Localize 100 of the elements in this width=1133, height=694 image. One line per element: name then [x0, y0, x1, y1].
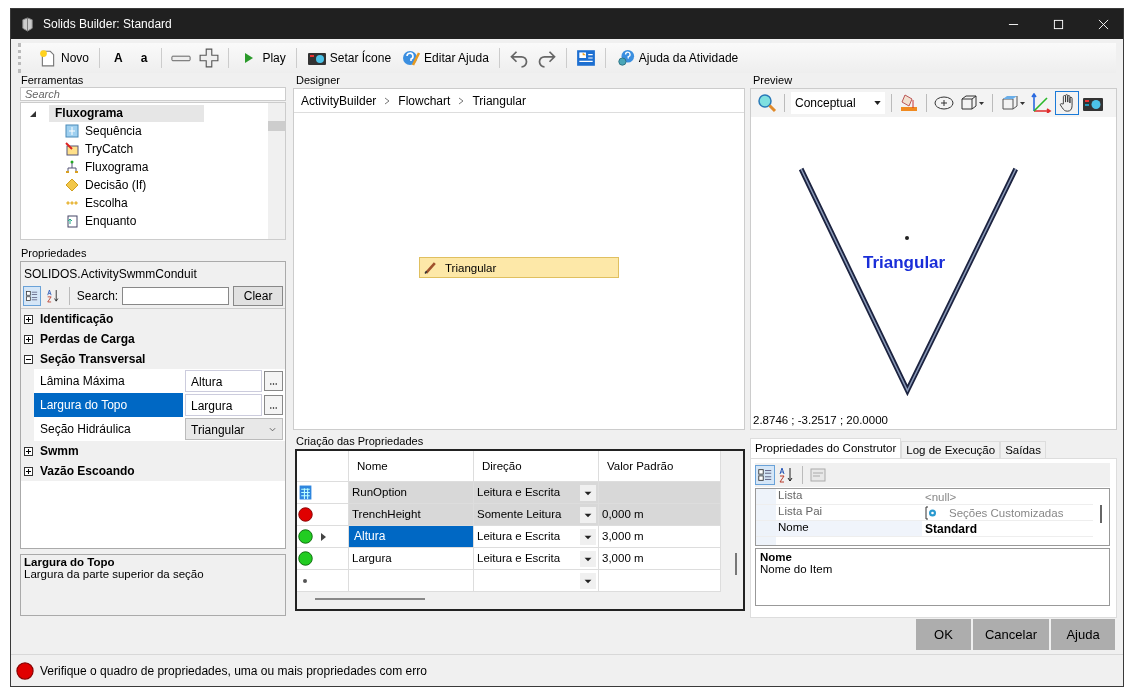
tab[interactable]: Log de Execução — [901, 441, 1001, 458]
description-text: Largura da parte superior da seção — [24, 568, 205, 580]
property-name[interactable]: Lista — [776, 489, 922, 504]
hand-tool-icon[interactable] — [1055, 91, 1079, 115]
column-header[interactable]: Direção — [474, 451, 599, 481]
cube-dropdown-icon[interactable] — [958, 93, 986, 113]
play-icon — [244, 52, 255, 64]
group-label: Propriedades — [20, 247, 88, 260]
table-cell: 3,000 m — [599, 526, 721, 547]
table-cell[interactable]: Largura — [349, 548, 474, 569]
categorized-view-icon[interactable] — [23, 285, 41, 306]
caret-icon — [580, 572, 596, 589]
play-button[interactable]: Play — [236, 46, 289, 70]
try-catch-icon — [65, 142, 79, 156]
direction-dropdown[interactable]: Leitura e Escrita — [474, 482, 599, 503]
expand-icon[interactable] — [197, 48, 222, 68]
ellipsis-button[interactable] — [264, 371, 283, 391]
dialog-button[interactable]: Ajuda — [1051, 619, 1115, 650]
axes-icon[interactable] — [1030, 93, 1052, 113]
dots-icon — [269, 406, 278, 410]
caret-icon — [580, 528, 596, 545]
tab[interactable]: Propriedades do Construtor — [750, 438, 902, 458]
property-value[interactable]: Altura — [185, 370, 262, 392]
breadcrumb-item[interactable]: ActivityBuilder — [301, 93, 377, 108]
clear-button[interactable]: Clear — [233, 285, 283, 306]
column-header[interactable]: Valor Padrão — [599, 451, 721, 481]
property-name[interactable]: Nome — [776, 521, 922, 536]
scroll-thumb[interactable] — [735, 553, 737, 575]
direction-dropdown[interactable]: Somente Leitura — [474, 504, 599, 525]
direction-dropdown[interactable]: Leitura e Escrita — [474, 526, 599, 547]
breadcrumb-item[interactable]: Triangular — [472, 93, 526, 108]
tree-item[interactable]: Escolha — [85, 196, 128, 210]
property-name[interactable]: Lâmina Máxima — [34, 369, 183, 393]
dialog-button[interactable]: OK — [916, 619, 971, 650]
zoom-icon[interactable] — [756, 93, 778, 113]
categorized-view-icon[interactable] — [755, 465, 775, 485]
property-value[interactable]: Largura — [185, 394, 262, 416]
orbit-icon[interactable] — [933, 93, 955, 113]
tree-item[interactable]: TryCatch — [85, 142, 134, 156]
flowchart-icon — [65, 160, 79, 174]
group-label: Designer — [295, 74, 342, 87]
new-row-icon — [302, 577, 308, 584]
close-icon[interactable] — [1098, 18, 1109, 30]
font-smaller-button[interactable]: a — [133, 46, 155, 70]
scroll-thumb[interactable] — [1100, 505, 1102, 523]
dialog-button[interactable]: Cancelar — [973, 619, 1049, 650]
activity-node[interactable]: Triangular — [419, 257, 619, 278]
table-cell[interactable]: Altura — [349, 526, 474, 547]
set-icon-button[interactable]: Setar Ícone — [303, 46, 395, 70]
ok-dot — [298, 529, 313, 544]
group-label: Preview — [752, 74, 794, 87]
property-value: Standard — [925, 521, 977, 536]
maximize-icon[interactable] — [1053, 18, 1064, 30]
direction-dropdown[interactable]: Leitura e Escrita — [474, 548, 599, 569]
table-cell[interactable]: RunOption — [349, 482, 474, 503]
property-dropdown[interactable]: Triangular — [185, 418, 283, 440]
caret-icon — [874, 101, 881, 105]
paint-bucket-icon[interactable] — [898, 93, 920, 113]
expander-icon[interactable] — [24, 466, 33, 476]
render-mode-dropdown[interactable]: Conceptual — [791, 92, 885, 114]
scroll-thumb[interactable] — [315, 598, 425, 600]
table-icon — [298, 485, 313, 500]
cursor-coordinates: 2.8746 ; -3.2517 ; 20.0000 — [753, 414, 888, 426]
sequence-icon — [65, 124, 79, 138]
search-field[interactable]: Search — [20, 87, 286, 101]
property-name[interactable]: Seção Hidráulica — [34, 417, 183, 441]
property-category[interactable]: Swmm — [40, 444, 79, 458]
shape-label: Triangular — [863, 253, 946, 273]
expander-icon[interactable] — [29, 109, 37, 118]
ellipsis-button[interactable] — [264, 395, 283, 415]
app-icon — [20, 16, 35, 32]
expander-icon[interactable] — [24, 446, 33, 456]
error-dot — [298, 507, 313, 522]
property-category[interactable]: Identificação — [40, 312, 114, 326]
new-button[interactable]: Novo — [35, 46, 92, 70]
property-name[interactable]: Largura do Topo — [34, 393, 183, 417]
tree-item[interactable]: Sequência — [85, 124, 142, 138]
scrollbar[interactable] — [268, 103, 285, 239]
caret-icon — [580, 506, 596, 523]
font-larger-button[interactable]: A — [107, 46, 130, 70]
tree-category[interactable]: Fluxograma — [49, 105, 204, 122]
table-cell[interactable]: TrenchHeight — [349, 504, 474, 525]
tree-item[interactable]: Decisão (If) — [85, 178, 147, 192]
activity-help-button[interactable]: Ajuda da Atividade — [612, 46, 742, 70]
tree-item[interactable]: Enquanto — [85, 214, 137, 228]
property-value: <null> — [925, 490, 957, 503]
view-cube-icon[interactable] — [999, 93, 1027, 113]
tree-item[interactable]: Fluxograma — [85, 160, 149, 174]
tab[interactable]: Saídas — [1000, 441, 1046, 458]
breadcrumb-item[interactable]: Flowchart — [398, 93, 451, 108]
status-message: Verifique o quadro de propriedades, uma ou mais propriedades com erro — [40, 663, 427, 678]
search-field[interactable] — [122, 286, 230, 305]
property-name[interactable]: Lista Pai — [776, 505, 922, 520]
property-value: Seções Customizadas — [949, 506, 1064, 519]
expander-icon[interactable] — [24, 314, 33, 324]
column-header[interactable]: Nome — [349, 451, 474, 481]
expander-icon[interactable] — [24, 334, 33, 344]
caret-icon — [580, 484, 596, 501]
expander-icon[interactable] — [24, 354, 33, 364]
edit-help-button[interactable]: Editar Ajuda — [398, 46, 492, 70]
